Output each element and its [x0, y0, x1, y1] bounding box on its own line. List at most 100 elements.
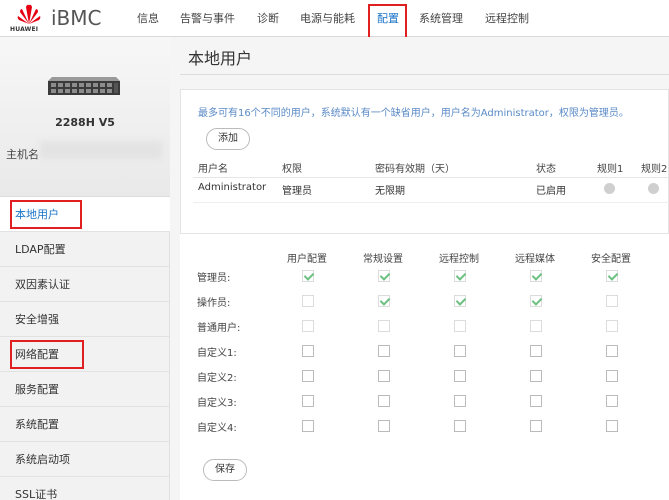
perm-checkbox — [302, 320, 314, 332]
server-model: 2288H V5 — [55, 116, 115, 129]
perm-checkbox — [302, 295, 314, 307]
perm-checkbox[interactable] — [302, 420, 314, 432]
perm-checkbox[interactable] — [302, 345, 314, 357]
perm-row-label: 普通用户: — [197, 323, 241, 334]
perm-checkbox — [606, 270, 618, 282]
perm-checkbox — [530, 270, 542, 282]
cell-role: 管理员 — [282, 186, 312, 197]
perm-checkbox — [454, 320, 466, 332]
top-bar: HUAWEI iBMC 信息 告警与事件 诊断 电源与能耗 配置 系统管理 远程… — [0, 0, 669, 39]
nav-highlight-box — [368, 4, 407, 39]
perm-checkbox[interactable] — [378, 395, 390, 407]
save-button[interactable]: 保存 — [203, 459, 247, 481]
col-status: 状态 — [536, 164, 556, 175]
perm-checkbox[interactable] — [302, 370, 314, 382]
main-content: 本地用户 最多可有16个不同的用户，系统默认有一个缺省用户，用户名为Admini… — [170, 37, 669, 500]
perm-col-remote-media: 远程媒体 — [515, 254, 555, 265]
logo-text: HUAWEI — [10, 26, 39, 33]
perm-checkbox — [378, 270, 390, 282]
perm-checkbox[interactable] — [378, 345, 390, 357]
perm-checkbox — [454, 270, 466, 282]
perm-checkbox — [378, 320, 390, 332]
perm-checkbox — [378, 295, 390, 307]
page-title: 本地用户 — [188, 49, 253, 68]
add-user-button[interactable]: 添加 — [206, 128, 250, 150]
sidebar-item-security[interactable]: 安全增强 — [0, 302, 170, 337]
perm-checkbox[interactable] — [302, 395, 314, 407]
col-password-expiry: 密码有效期（天） — [375, 164, 455, 175]
perm-col-general: 常规设置 — [363, 254, 403, 265]
sidebar-item-two-factor[interactable]: 双因素认证 — [0, 267, 170, 302]
sidebar-menu: 本地用户 LDAP配置 双因素认证 安全增强 网络配置 服务配置 系统配置 系统… — [0, 197, 179, 500]
hostname-label: 主机名 — [6, 148, 39, 161]
perm-col-security: 安全配置 — [591, 254, 631, 265]
perm-row-label: 自定义1: — [197, 348, 237, 359]
sidebar-item-local-users[interactable]: 本地用户 — [0, 197, 179, 232]
sidebar-item-label: 系统启动项 — [15, 453, 70, 466]
col-username: 用户名 — [198, 164, 228, 175]
col-rule2: 规则2 — [641, 164, 668, 175]
perm-checkbox[interactable] — [454, 345, 466, 357]
perm-checkbox[interactable] — [530, 345, 542, 357]
perm-checkbox — [530, 295, 542, 307]
perm-row-label: 操作员: — [197, 298, 231, 309]
perm-checkbox[interactable] — [606, 345, 618, 357]
perm-col-user-config: 用户配置 — [287, 254, 327, 265]
perm-checkbox[interactable] — [454, 370, 466, 382]
sidebar-item-network[interactable]: 网络配置 — [0, 337, 170, 372]
col-role: 权限 — [282, 164, 302, 175]
brand-title: iBMC — [51, 6, 102, 30]
sidebar-item-services[interactable]: 服务配置 — [0, 372, 170, 407]
sidebar-item-ssl[interactable]: SSL证书 — [0, 477, 170, 500]
rule2-indicator — [648, 183, 659, 194]
nav-power[interactable]: 电源与能耗 — [300, 10, 355, 26]
cell-expiry: 无限期 — [375, 186, 405, 197]
perm-checkbox[interactable] — [454, 395, 466, 407]
nav-remote-control[interactable]: 远程控制 — [485, 10, 529, 26]
sidebar-item-label: LDAP配置 — [15, 243, 66, 256]
perm-checkbox[interactable] — [606, 370, 618, 382]
divider — [193, 202, 669, 203]
sidebar-item-label: 服务配置 — [15, 383, 59, 396]
divider — [193, 177, 669, 178]
perm-checkbox — [454, 295, 466, 307]
perm-row-label: 自定义3: — [197, 398, 237, 409]
perm-checkbox[interactable] — [530, 370, 542, 382]
sidebar-item-system-config[interactable]: 系统配置 — [0, 407, 170, 442]
sidebar-item-boot[interactable]: 系统启动项 — [0, 442, 170, 477]
menu-highlight-box — [10, 340, 84, 369]
sidebar-item-label: 安全增强 — [15, 313, 59, 326]
sidebar-item-label: 系统配置 — [15, 418, 59, 431]
cell-status: 已启用 — [536, 186, 566, 197]
nav-info[interactable]: 信息 — [137, 10, 159, 26]
perm-checkbox[interactable] — [530, 395, 542, 407]
server-chassis-icon — [48, 77, 120, 95]
perm-checkbox[interactable] — [530, 420, 542, 432]
server-card: 2288H V5 主机名 — [0, 37, 170, 197]
col-rule1: 规则1 — [597, 164, 624, 175]
huawei-logo: HUAWEI — [10, 3, 48, 33]
hostname-value-redacted — [40, 141, 162, 159]
menu-highlight-box — [10, 200, 82, 229]
perm-checkbox[interactable] — [378, 370, 390, 382]
perm-row-label: 自定义4: — [197, 423, 237, 434]
cell-username[interactable]: Administrator — [198, 182, 266, 193]
perm-row-label: 自定义2: — [197, 373, 237, 384]
perm-checkbox[interactable] — [606, 420, 618, 432]
nav-alarms-events[interactable]: 告警与事件 — [180, 10, 235, 26]
perm-checkbox — [606, 320, 618, 332]
permissions-panel: 用户配置 常规设置 远程控制 远程媒体 安全配置 管理员: 操作员: 普通用户: 自定… — [180, 233, 669, 500]
rule1-indicator — [604, 183, 615, 194]
perm-checkbox[interactable] — [378, 420, 390, 432]
divider — [180, 74, 669, 75]
perm-checkbox — [302, 270, 314, 282]
perm-checkbox — [606, 295, 618, 307]
nav-diagnostics[interactable]: 诊断 — [257, 10, 279, 26]
perm-checkbox[interactable] — [454, 420, 466, 432]
users-note: 最多可有16个不同的用户，系统默认有一个缺省用户，用户名为Administrat… — [198, 108, 629, 119]
perm-checkbox[interactable] — [606, 395, 618, 407]
nav-system-management[interactable]: 系统管理 — [419, 10, 463, 26]
perm-col-remote-control: 远程控制 — [439, 254, 479, 265]
sidebar-item-ldap[interactable]: LDAP配置 — [0, 232, 170, 267]
sidebar-item-label: SSL证书 — [15, 488, 58, 500]
